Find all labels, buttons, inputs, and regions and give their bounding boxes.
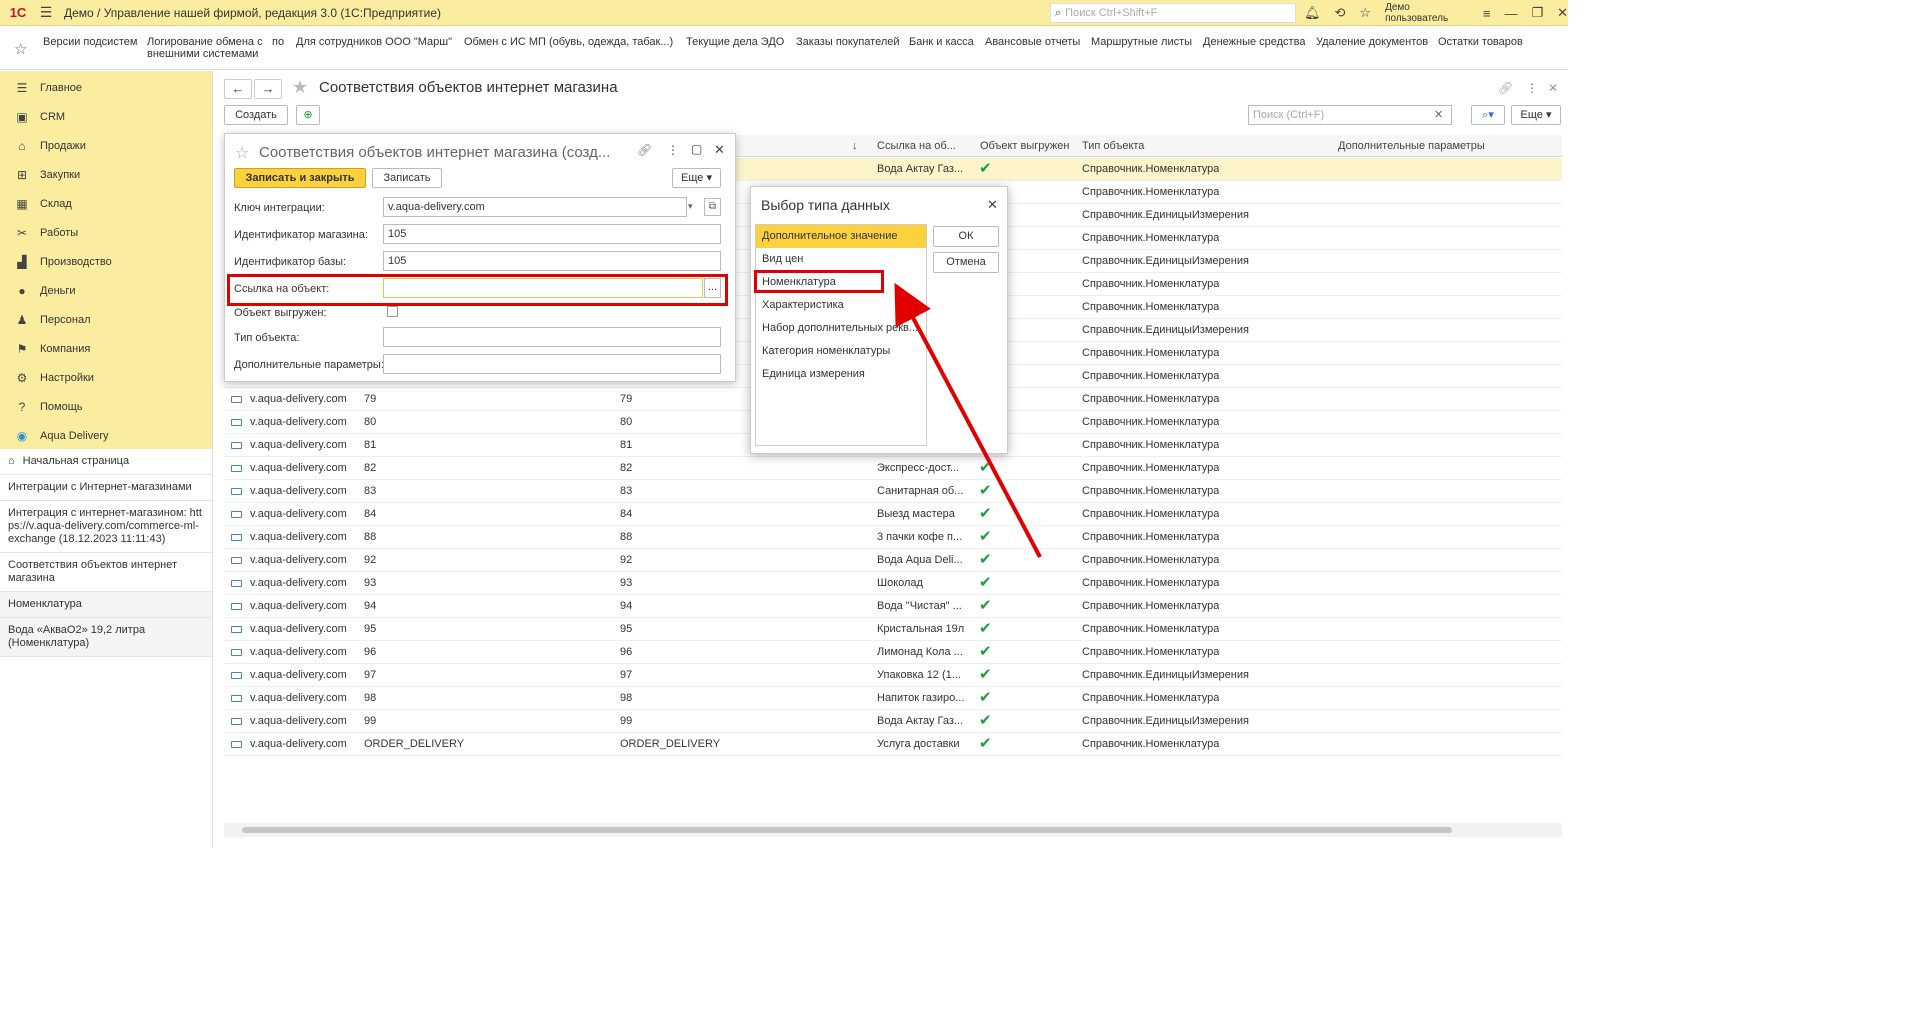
annotation-arrow [894,282,1042,558]
